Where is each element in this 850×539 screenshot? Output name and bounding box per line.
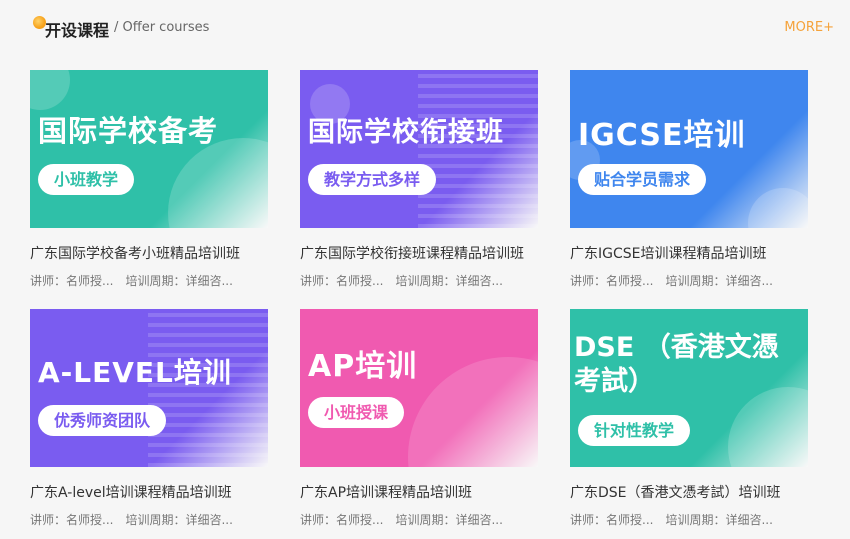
course-teacher: 讲师：名师授... — [570, 274, 654, 288]
course-period: 培训周期：详细咨... — [125, 274, 233, 288]
course-period: 培训周期：详细咨... — [395, 513, 503, 527]
banner-tag: 小班授课 — [308, 397, 405, 428]
course-banner[interactable]: IGCSE培训 贴合学员需求 — [570, 70, 808, 228]
banner-decoration — [748, 188, 808, 228]
course-teacher: 讲师：名师授... — [300, 274, 384, 288]
course-banner[interactable]: AP培训 小班授课 — [300, 309, 538, 467]
course-period: 培训周期：详细咨... — [665, 513, 773, 527]
course-teacher: 讲师：名师授... — [30, 513, 114, 527]
course-meta: 讲师：名师授... 培训周期：详细咨... — [300, 272, 538, 289]
section-subtitle: / Offer courses — [114, 20, 210, 35]
course-meta: 讲师：名师授... 培训周期：详细咨... — [30, 511, 268, 528]
course-teacher: 讲师：名师授... — [300, 513, 384, 527]
banner-title: IGCSE培训 — [578, 118, 746, 153]
banner-tag: 小班教学 — [38, 164, 135, 195]
banner-tag: 贴合学员需求 — [578, 164, 707, 195]
course-meta: 讲师：名师授... 培训周期：详细咨... — [30, 272, 268, 289]
course-card[interactable]: AP培训 小班授课 广东AP培训课程精品培训班 讲师：名师授... 培训周期：详细… — [300, 309, 538, 528]
course-period: 培训周期：详细咨... — [125, 513, 233, 527]
course-meta: 讲师：名师授... 培训周期：详细咨... — [300, 511, 538, 528]
course-teacher: 讲师：名师授... — [570, 513, 654, 527]
course-period: 培训周期：详细咨... — [665, 274, 773, 288]
course-grid: 国际学校备考 小班教学 广东国际学校备考小班精品培训班 讲师：名师授... 培训周… — [30, 70, 830, 539]
course-banner[interactable]: 国际学校备考 小班教学 — [30, 70, 268, 228]
course-teacher: 讲师：名师授... — [30, 274, 114, 288]
banner-stripes — [418, 70, 538, 228]
course-banner[interactable]: DSE （香港文憑考試） 针对性教学 — [570, 309, 808, 467]
course-period: 培训周期：详细咨... — [395, 274, 503, 288]
course-title[interactable]: 广东DSE（香港文憑考試）培训班 — [570, 482, 808, 502]
course-title[interactable]: 广东AP培训课程精品培训班 — [300, 482, 538, 502]
course-title[interactable]: 广东IGCSE培训课程精品培训班 — [570, 243, 808, 263]
banner-tag: 针对性教学 — [578, 415, 691, 446]
banner-decoration — [408, 357, 538, 467]
course-title[interactable]: 广东国际学校备考小班精品培训班 — [30, 243, 268, 263]
course-banner[interactable]: 国际学校衔接班 教学方式多样 — [300, 70, 538, 228]
course-card[interactable]: IGCSE培训 贴合学员需求 广东IGCSE培训课程精品培训班 讲师：名师授..… — [570, 70, 808, 289]
banner-title: A-LEVEL培训 — [38, 356, 232, 389]
course-title[interactable]: 广东国际学校衔接班课程精品培训班 — [300, 243, 538, 263]
course-title[interactable]: 广东A-level培训课程精品培训班 — [30, 482, 268, 502]
banner-title: 国际学校备考 — [38, 114, 219, 148]
banner-decoration — [728, 387, 808, 467]
course-card[interactable]: A-LEVEL培训 优秀师资团队 广东A-level培训课程精品培训班 讲师：名… — [30, 309, 268, 528]
section-header: 开设课程 / Offer courses MORE+ — [0, 0, 850, 58]
banner-decoration — [30, 70, 70, 110]
course-banner[interactable]: A-LEVEL培训 优秀师资团队 — [30, 309, 268, 467]
course-card[interactable]: DSE （香港文憑考試） 针对性教学 广东DSE（香港文憑考試）培训班 讲师：名… — [570, 309, 808, 528]
course-card[interactable]: 国际学校衔接班 教学方式多样 广东国际学校衔接班课程精品培训班 讲师：名师授..… — [300, 70, 538, 289]
banner-tag: 优秀师资团队 — [38, 405, 167, 436]
banner-title: AP培训 — [308, 349, 418, 384]
banner-tag: 教学方式多样 — [308, 164, 437, 195]
more-link[interactable]: MORE+ — [784, 20, 834, 35]
banner-title: DSE （香港文憑考試） — [574, 332, 779, 397]
section-title: 开设课程 — [45, 21, 110, 40]
course-meta: 讲师：名师授... 培训周期：详细咨... — [570, 272, 808, 289]
banner-decoration — [168, 138, 268, 228]
course-meta: 讲师：名师授... 培训周期：详细咨... — [570, 511, 808, 528]
course-card[interactable]: 国际学校备考 小班教学 广东国际学校备考小班精品培训班 讲师：名师授... 培训周… — [30, 70, 268, 289]
banner-title: 国际学校衔接班 — [308, 117, 504, 148]
